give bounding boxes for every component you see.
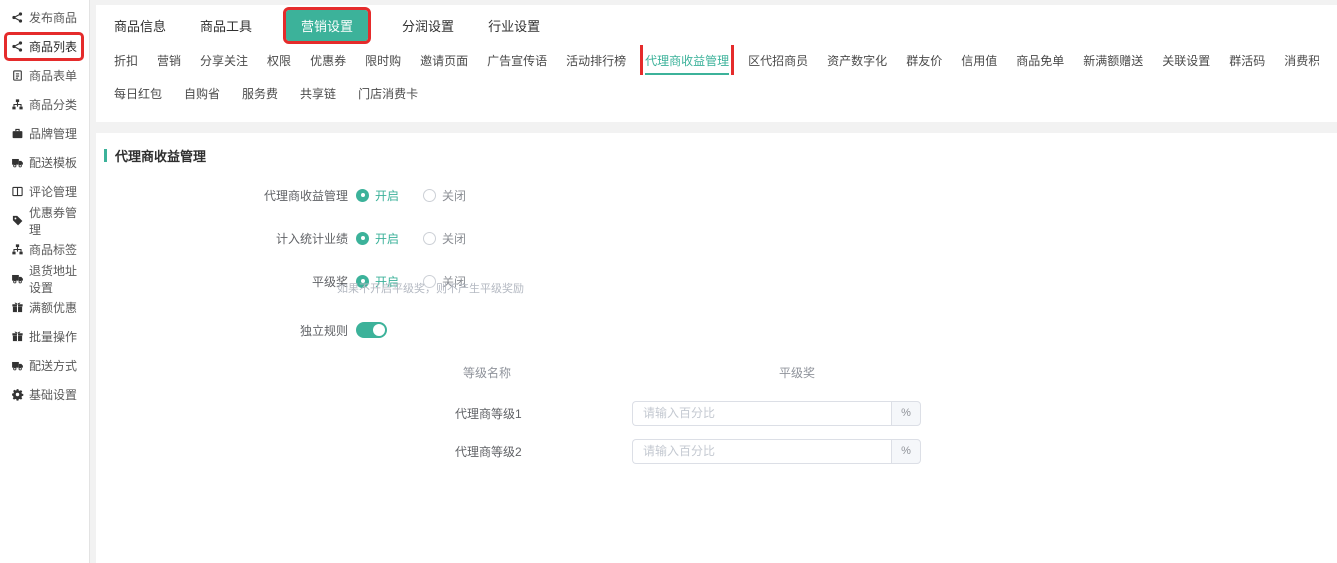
card-gap [96, 122, 1337, 133]
main-area: 商品信息 商品工具 营销设置 分润设置 行业设置 折扣 营销 分享关注 [90, 0, 1337, 563]
sidebar-item-delivery-method[interactable]: 配送方式 [0, 351, 89, 380]
col-header-level-name: 等级名称 [463, 364, 511, 378]
subtab-ad-slogan[interactable]: 广告宣传语 [487, 46, 547, 75]
subtab-share-follow[interactable]: 分享关注 [200, 46, 248, 75]
tab-profit-settings[interactable]: 分润设置 [402, 16, 454, 35]
table-row: 代理商等级2 % [96, 438, 1337, 464]
sidebar-item-batch-operations[interactable]: 批量操作 [0, 322, 89, 351]
toggle-knob [373, 324, 385, 336]
percent-suffix: % [891, 439, 921, 464]
subtab-discount[interactable]: 折扣 [114, 46, 138, 75]
primary-tabs: 商品信息 商品工具 营销设置 分润设置 行业设置 [114, 5, 1319, 45]
independent-rule-toggle[interactable] [356, 322, 387, 338]
subtab-self-purchase-save[interactable]: 自购省 [184, 79, 220, 108]
sidebar-item-product-category[interactable]: 商品分类 [0, 90, 89, 119]
agent-income-off-radio[interactable]: 关闭 [423, 187, 466, 204]
briefcase-icon [11, 127, 24, 140]
subtab-daily-red-packet[interactable]: 每日红包 [114, 79, 162, 108]
sidebar: 发布商品 商品列表 商品表单 商品分类 [0, 0, 90, 563]
truck-icon [11, 359, 24, 372]
subtab-district-agent-recruit[interactable]: 区代招商员 [748, 46, 808, 75]
percent-input[interactable] [632, 401, 891, 426]
subtab-service-fee[interactable]: 服务费 [242, 79, 278, 108]
form-row-agent-income: 代理商收益管理 开启 关闭 [96, 185, 1337, 205]
tab-product-info[interactable]: 商品信息 [114, 16, 166, 35]
sidebar-item-product-list[interactable]: 商品列表 [0, 32, 89, 61]
sidebar-item-coupon-management[interactable]: 优惠券管理 [0, 206, 89, 235]
subtab-credit-value[interactable]: 信用值 [961, 46, 997, 75]
radio-dot-icon [356, 189, 369, 202]
level-name: 代理商等级1 [455, 405, 575, 422]
truck-icon [11, 272, 24, 285]
independent-rule-label: 独立规则 [96, 322, 348, 339]
subtab-shared-chain[interactable]: 共享链 [300, 79, 336, 108]
level-table-body: 代理商等级1 % 代理商等级2 [96, 400, 1337, 464]
secondary-tabs: 折扣 营销 分享关注 权限 优惠券 限时购 邀请页面 广告宣传语 活动排行榜 [114, 45, 1319, 75]
form-icon [11, 69, 24, 82]
gift-icon [11, 330, 24, 343]
subtab-association-settings[interactable]: 关联设置 [1162, 46, 1210, 75]
subtab-asset-digitization[interactable]: 资产数字化 [827, 46, 887, 75]
tab-industry-settings[interactable]: 行业设置 [488, 16, 540, 35]
percent-suffix: % [891, 401, 921, 426]
level-name: 代理商等级2 [455, 443, 575, 460]
subtab-permissions[interactable]: 权限 [267, 46, 291, 75]
subtab-store-consume-card[interactable]: 门店消费卡 [358, 79, 418, 108]
radio-dot-icon [423, 232, 436, 245]
stats-label: 计入统计业绩 [96, 230, 348, 247]
sidebar-item-return-address-settings[interactable]: 退货地址设置 [0, 264, 89, 293]
radio-dot-icon [423, 189, 436, 202]
section-title-accent-bar [104, 149, 107, 162]
radio-dot-icon [356, 232, 369, 245]
tab-marketing-settings[interactable]: 营销设置 [286, 10, 368, 41]
sidebar-item-product-form[interactable]: 商品表单 [0, 61, 89, 90]
share-icon [11, 40, 24, 53]
tag-icon [11, 214, 24, 227]
tree-icon [11, 243, 24, 256]
subtab-agent-income-management[interactable]: 代理商收益管理 [645, 46, 729, 75]
subtab-product-free-order[interactable]: 商品免单 [1016, 46, 1064, 75]
agent-income-on-radio[interactable]: 开启 [356, 187, 399, 204]
subtab-group-live-code[interactable]: 群活码 [1229, 46, 1265, 75]
content-panel: 代理商收益管理 代理商收益管理 开启 关闭 [96, 133, 1337, 563]
agent-income-label: 代理商收益管理 [96, 187, 348, 204]
stats-on-radio[interactable]: 开启 [356, 230, 399, 247]
form-row-independent-rule: 独立规则 [96, 320, 1337, 340]
tabs-card: 商品信息 商品工具 营销设置 分润设置 行业设置 折扣 营销 分享关注 [96, 5, 1337, 122]
truck-icon [11, 156, 24, 169]
tree-icon [11, 98, 24, 111]
section-title: 代理商收益管理 [104, 146, 1337, 165]
sidebar-item-full-amount-discount[interactable]: 满额优惠 [0, 293, 89, 322]
settings-form: 代理商收益管理 开启 关闭 计入统计业绩 [96, 185, 1337, 464]
subtab-invite-page[interactable]: 邀请页面 [420, 46, 468, 75]
percent-input[interactable] [632, 439, 891, 464]
sidebar-item-delivery-template[interactable]: 配送模板 [0, 148, 89, 177]
columns-icon [11, 185, 24, 198]
subtab-consume-points-2[interactable]: 消费积分2 [1284, 46, 1319, 75]
subtab-new-full-gift[interactable]: 新满额赠送 [1083, 46, 1143, 75]
tab-product-tools[interactable]: 商品工具 [200, 16, 252, 35]
col-header-peer-award: 平级奖 [707, 364, 887, 378]
sidebar-item-brand-management[interactable]: 品牌管理 [0, 119, 89, 148]
app-window: 发布商品 商品列表 商品表单 商品分类 [0, 0, 1337, 563]
gear-icon [11, 388, 24, 401]
table-row: 代理商等级1 % [96, 400, 1337, 426]
subtab-marketing[interactable]: 营销 [157, 46, 181, 75]
level-table: 等级名称 平级奖 代理商等级1 % [96, 364, 1337, 464]
peer-award-hint: 如果不开启平级奖，则不产生平级奖励 [337, 283, 1337, 296]
sidebar-item-publish-product[interactable]: 发布商品 [0, 3, 89, 32]
share-icon [11, 11, 24, 24]
stats-off-radio[interactable]: 关闭 [423, 230, 466, 247]
subtab-coupon[interactable]: 优惠券 [310, 46, 346, 75]
peer-award-label: 平级奖 [96, 273, 348, 290]
secondary-tabs-row2: 每日红包 自购省 服务费 共享链 门店消费卡 [114, 75, 1319, 122]
subtab-flash-sale[interactable]: 限时购 [365, 46, 401, 75]
level-table-header: 等级名称 平级奖 [96, 364, 1337, 378]
sidebar-item-basic-settings[interactable]: 基础设置 [0, 380, 89, 409]
subtab-group-friend-price[interactable]: 群友价 [906, 46, 942, 75]
subtab-activity-ranking[interactable]: 活动排行榜 [566, 46, 626, 75]
gift-icon [11, 301, 24, 314]
form-row-stats: 计入统计业绩 开启 关闭 [96, 228, 1337, 248]
